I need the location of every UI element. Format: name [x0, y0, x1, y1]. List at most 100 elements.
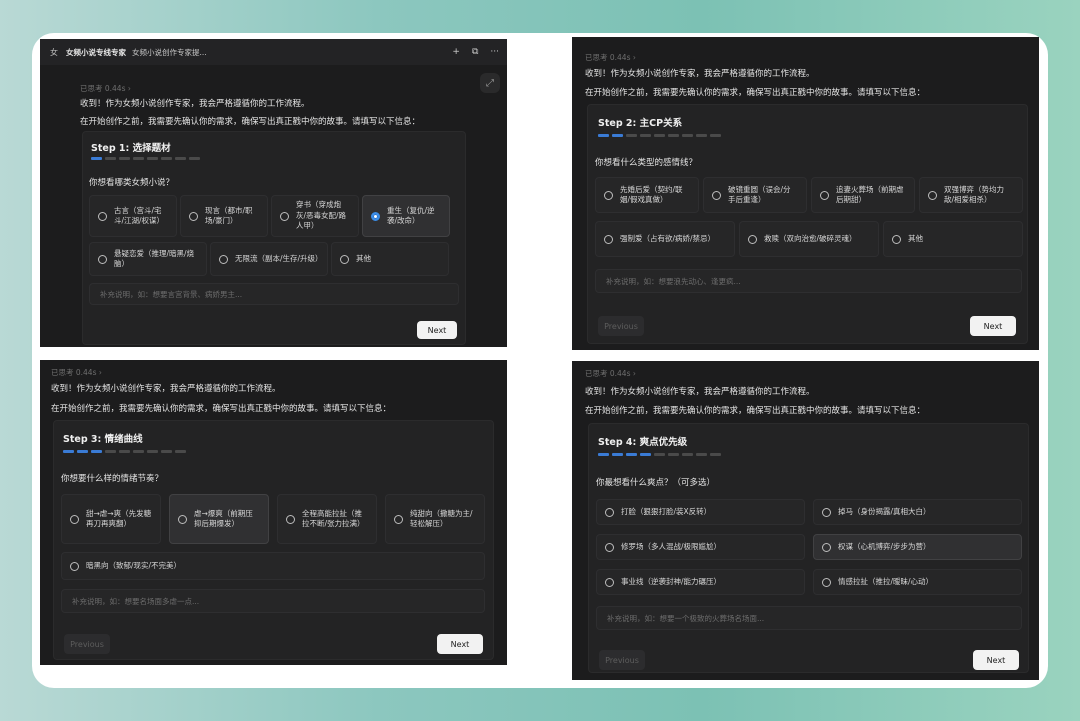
checkbox-icon[interactable] [822, 542, 831, 552]
option-label: 其他 [356, 253, 371, 263]
option-tian-nue-shuang[interactable]: 甜→虐→爽（先发糖再刀再爽翻） [61, 494, 161, 544]
option-label: 追妻火葬场（前期虐后期甜） [836, 184, 904, 205]
thinking-status[interactable]: 已思考 0.44s › [585, 52, 636, 63]
step2-chat-panel: 已思考 0.44s › 收到！作为女频小说创作专家，我会严格遵循你的工作流程。 … [572, 37, 1039, 350]
option-label: 全程高能拉扯（推拉不断/张力拉满） [302, 508, 365, 529]
option-jiushu[interactable]: 救赎（双向治愈/破碎灵魂） [739, 221, 879, 257]
option-other[interactable]: 其他 [883, 221, 1023, 257]
supplement-input[interactable]: 补充说明，如：想要浪先动心、逢更疯... [595, 269, 1022, 293]
step4-chat-panel: 已思考 0.44s › 收到！作为女频小说创作专家，我会严格遵循你的工作流程。 … [572, 361, 1039, 680]
step-progress [598, 453, 721, 456]
step-question: 你想看哪类女频小说？ [89, 178, 175, 188]
reply-line-1: 收到！作为女频小说创作专家，我会严格遵循你的工作流程。 [585, 69, 815, 79]
step-question: 你想看什么类型的感情线？ [595, 158, 698, 168]
radio-icon[interactable] [189, 211, 198, 221]
option-zhuiqi[interactable]: 追妻火葬场（前期虐后期甜） [811, 177, 915, 213]
radio-icon[interactable] [340, 254, 349, 264]
checkbox-icon[interactable] [605, 542, 614, 552]
reply-line-2: 在开始创作之前，我需要先确认你的需求，确保写出真正戳中你的故事。请填写以下信息： [585, 406, 926, 416]
step4-form: Step 4: 爽点优先级 你最想看什么爽点？（可多选） 打脸（狠狠打脸/装X反… [588, 423, 1029, 673]
previous-button[interactable]: Previous [598, 316, 644, 336]
reply-line-2: 在开始创作之前，我需要先确认你的需求，确保写出真正戳中你的故事。请填写以下信息： [80, 117, 421, 127]
radio-icon[interactable] [928, 190, 937, 200]
radio-icon[interactable] [219, 254, 228, 264]
step-progress [91, 157, 200, 160]
reply-line-2: 在开始创作之前，我需要先确认你的需求，确保写出真正戳中你的故事。请填写以下信息： [585, 88, 926, 98]
option-label: 无限流（副本/生存/升级） [235, 253, 323, 263]
next-button[interactable]: Next [417, 321, 457, 339]
supplement-input[interactable]: 补充说明，如：想要名场面多虐一点... [61, 589, 485, 613]
next-button[interactable]: Next [437, 634, 483, 654]
radio-icon[interactable] [280, 211, 289, 221]
checkbox-icon[interactable] [822, 577, 831, 587]
option-label: 古言（宫斗/宅斗/江湖/权谋） [114, 205, 165, 226]
app-logo: 女 [50, 47, 58, 57]
option-label: 双强博弈（势均力敌/相爱相杀） [944, 184, 1004, 205]
option-chuanshu[interactable]: 穿书（穿成炮灰/恶毒女配/路人甲） [271, 195, 359, 237]
previous-button[interactable]: Previous [599, 650, 645, 670]
radio-icon[interactable] [98, 254, 107, 264]
option-other[interactable]: 其他 [331, 242, 449, 276]
option-shuangqiang[interactable]: 双强博弈（势均力敌/相爱相杀） [919, 177, 1023, 213]
option-dalian[interactable]: 打脸（狠狠打脸/装X反转） [596, 499, 805, 525]
option-xianhunhouai[interactable]: 先婚后爱（契约/联姻/假戏真做） [595, 177, 699, 213]
more-icon[interactable]: ··· [490, 47, 499, 57]
option-xianyan[interactable]: 现言（都市/职场/豪门） [180, 195, 268, 237]
option-label: 事业线（逆袭封神/能力碾压） [621, 576, 722, 586]
option-xuanyi[interactable]: 悬疑恋爱（推理/暗黑/烧脑） [89, 242, 207, 276]
radio-icon[interactable] [98, 211, 107, 221]
previous-button[interactable]: Previous [64, 634, 110, 654]
radio-icon[interactable] [748, 234, 757, 244]
expand-icon[interactable]: ⤢ [480, 73, 500, 93]
chat-topbar: 女 女频小说专线专家 女频小说创作专家提... + ⧉ ··· [40, 39, 507, 65]
option-xiuluochang[interactable]: 修罗场（多人混战/极限尴尬） [596, 534, 805, 560]
share-icon[interactable]: ⧉ [472, 47, 478, 57]
radio-icon[interactable] [712, 190, 721, 200]
radio-icon[interactable] [604, 190, 613, 200]
option-gaoneng-lache[interactable]: 全程高能拉扯（推拉不断/张力拉满） [277, 494, 377, 544]
next-button[interactable]: Next [970, 316, 1016, 336]
checkbox-icon[interactable] [605, 507, 614, 517]
radio-icon[interactable] [604, 234, 613, 244]
option-wuxianliu[interactable]: 无限流（副本/生存/升级） [210, 242, 328, 276]
radio-icon[interactable] [70, 514, 79, 524]
radio-icon[interactable] [178, 514, 187, 524]
supplement-input[interactable]: 补充说明，如：想要言宫背景、病娇男主... [89, 283, 459, 305]
radio-icon[interactable] [286, 514, 295, 524]
checkbox-icon[interactable] [822, 507, 831, 517]
supplement-input[interactable]: 补充说明，如：想要一个极致的火葬场名场面... [596, 606, 1022, 630]
option-qinggan-lache[interactable]: 情感拉扯（推拉/暧昧/心动） [813, 569, 1022, 595]
option-label: 虐→爆爽（前期压抑后期爆发） [194, 508, 253, 529]
option-anhei[interactable]: 暗黑向（致郁/现实/不完美） [61, 552, 485, 580]
option-label: 破镜重圆（误会/分手后重逢） [728, 184, 791, 205]
option-label: 悬疑恋爱（推理/暗黑/烧脑） [114, 248, 195, 269]
option-chuntian[interactable]: 纯甜向（撒糖为主/轻松解压） [385, 494, 485, 544]
thinking-status[interactable]: 已思考 0.44s › [51, 367, 102, 378]
option-diaoma[interactable]: 掉马（身份揭露/真相大白） [813, 499, 1022, 525]
step3-chat-panel: 已思考 0.44s › 收到！作为女频小说创作专家，我会严格遵循你的工作流程。 … [40, 360, 507, 665]
next-button[interactable]: Next [973, 650, 1019, 670]
option-label: 打脸（狠狠打脸/装X反转） [621, 506, 712, 516]
option-guyan[interactable]: 古言（宫斗/宅斗/江湖/权谋） [89, 195, 177, 237]
reply-line-1: 收到！作为女频小说创作专家，我会严格遵循你的工作流程。 [80, 99, 310, 109]
thinking-status[interactable]: 已思考 0.44s › [80, 83, 131, 94]
radio-icon[interactable] [820, 190, 829, 200]
checkbox-icon[interactable] [605, 577, 614, 587]
step-progress [63, 450, 186, 453]
option-label: 修罗场（多人混战/极限尴尬） [621, 541, 722, 551]
new-chat-icon[interactable]: + [452, 47, 460, 57]
radio-icon[interactable] [394, 514, 403, 524]
option-quanmou[interactable]: 权谋（心机博弈/步步为营） [813, 534, 1022, 560]
option-label: 强制爱（占有欲/病娇/禁忌） [620, 233, 716, 243]
radio-icon[interactable] [892, 234, 901, 244]
step-question: 你想要什么样的情绪节奏？ [61, 474, 164, 484]
option-qiangzhiai[interactable]: 强制爱（占有欲/病娇/禁忌） [595, 221, 735, 257]
option-shiyexian[interactable]: 事业线（逆袭封神/能力碾压） [596, 569, 805, 595]
radio-checked-icon[interactable] [371, 211, 380, 221]
option-chongsheng[interactable]: 重生（复仇/逆袭/改命） [362, 195, 450, 237]
option-nue-baoshuang[interactable]: 虐→爆爽（前期压抑后期爆发） [169, 494, 269, 544]
option-pojingchongyuan[interactable]: 破镜重圆（误会/分手后重逢） [703, 177, 807, 213]
option-label: 其他 [908, 233, 923, 243]
thinking-status[interactable]: 已思考 0.44s › [585, 368, 636, 379]
radio-icon[interactable] [70, 561, 79, 571]
